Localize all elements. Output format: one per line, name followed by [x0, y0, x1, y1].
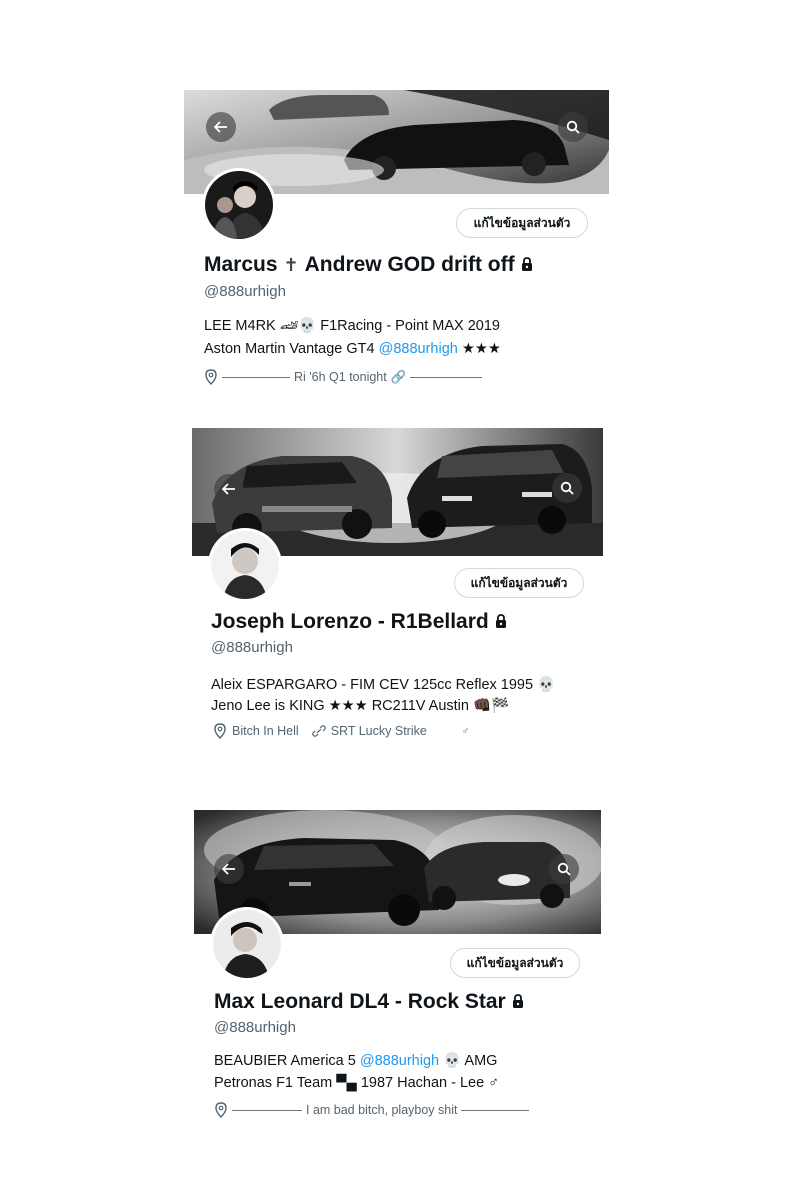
arrow-left-icon	[222, 863, 235, 875]
back-button[interactable]	[214, 854, 244, 884]
avatar[interactable]	[208, 528, 282, 602]
arrow-left-icon	[214, 121, 227, 133]
location-icon	[215, 1102, 227, 1118]
edit-profile-button[interactable]: แก้ไขข้อมูลส่วนตัว	[456, 208, 588, 238]
bio-text: Aston Martin Vantage GT4	[204, 341, 379, 357]
display-name: Max Leonard DL4 - Rock Star	[214, 990, 524, 1014]
display-name-part2: Andrew GOD drift off	[304, 253, 515, 276]
meta-text: Ri '6h Q1 tonight	[294, 370, 387, 384]
bio-tail: 💀 AMG	[439, 1053, 498, 1069]
tail-icon: ♂	[461, 725, 470, 737]
profile-card-max: แก้ไขข้อมูลส่วนตัว Max Leonard DL4 - Roc…	[194, 810, 601, 1130]
link-icon	[311, 725, 326, 737]
username-handle: @888urhigh	[211, 639, 293, 656]
avatar[interactable]	[202, 168, 276, 242]
mention-link[interactable]: @888urhigh	[379, 341, 458, 357]
back-button[interactable]	[214, 474, 244, 504]
search-icon	[566, 120, 580, 134]
display-name: Marcus ✝ Andrew GOD drift off	[204, 253, 533, 277]
bio-tail: ★★★	[457, 341, 501, 357]
search-button[interactable]	[552, 473, 582, 503]
profile-card-joseph: แก้ไขข้อมูลส่วนตัว Joseph Lorenzo - R1Be…	[192, 428, 603, 748]
profile-card-marcus: แก้ไขข้อมูลส่วนตัว Marcus ✝ Andrew GOD d…	[184, 90, 609, 400]
location-text: Bitch In Hell	[232, 724, 299, 738]
location-icon	[205, 369, 217, 385]
username-handle: @888urhigh	[214, 1019, 296, 1036]
edit-profile-button[interactable]: แก้ไขข้อมูลส่วนตัว	[454, 568, 584, 598]
cross-icon: ✝	[283, 254, 299, 275]
divider-line	[222, 376, 290, 378]
lock-icon	[512, 990, 524, 1014]
search-icon	[557, 862, 571, 876]
divider-line	[232, 1109, 302, 1111]
bio-line-2: Petronas F1 Team ▀▄ 1987 Hachan - Lee ♂	[214, 1075, 500, 1091]
mention-link[interactable]: @888urhigh	[360, 1053, 439, 1069]
username-handle: @888urhigh	[204, 283, 286, 300]
bio-line-1: BEAUBIER America 5 @888urhigh 💀 AMG	[214, 1050, 497, 1072]
divider-line	[410, 376, 483, 378]
lock-icon	[495, 610, 507, 634]
profile-meta-row: Bitch In Hell SRT Lucky Strike ♂	[213, 723, 469, 739]
arrow-left-icon	[222, 483, 235, 495]
display-name-text: Joseph Lorenzo - R1Bellard	[211, 610, 489, 633]
bio-line-1: Aleix ESPARGARO - FIM CEV 125cc Reflex 1…	[211, 677, 556, 693]
link-icon[interactable]: 🔗	[391, 370, 407, 385]
lock-icon	[521, 253, 533, 277]
avatar[interactable]	[210, 907, 284, 981]
search-icon	[560, 481, 574, 495]
display-name-part1: Marcus	[204, 253, 278, 276]
profile-meta-row: Ri '6h Q1 tonight 🔗	[204, 369, 483, 385]
divider-line	[461, 1109, 530, 1111]
edit-profile-button[interactable]: แก้ไขข้อมูลส่วนตัว	[450, 948, 580, 978]
location-icon	[214, 723, 226, 739]
website-link[interactable]: SRT Lucky Strike	[331, 724, 427, 738]
search-button[interactable]	[558, 112, 588, 142]
meta-text: I am bad bitch, playboy shit	[306, 1103, 458, 1117]
bio-line-2: Jeno Lee is KING ★★★ RC211V Austin 👊🏿🏁	[211, 698, 510, 714]
profile-meta-row: I am bad bitch, playboy shit	[214, 1102, 530, 1118]
bio-line-1: LEE M4RK 🏎💀 F1Racing - Point MAX 2019	[204, 318, 500, 334]
bio-line-2: Aston Martin Vantage GT4 @888urhigh ★★★	[204, 338, 501, 360]
bio-text: BEAUBIER America 5	[214, 1053, 360, 1069]
back-button[interactable]	[206, 112, 236, 142]
display-name-text: Max Leonard DL4 - Rock Star	[214, 990, 506, 1013]
search-button[interactable]	[549, 854, 579, 884]
display-name: Joseph Lorenzo - R1Bellard	[211, 610, 507, 634]
